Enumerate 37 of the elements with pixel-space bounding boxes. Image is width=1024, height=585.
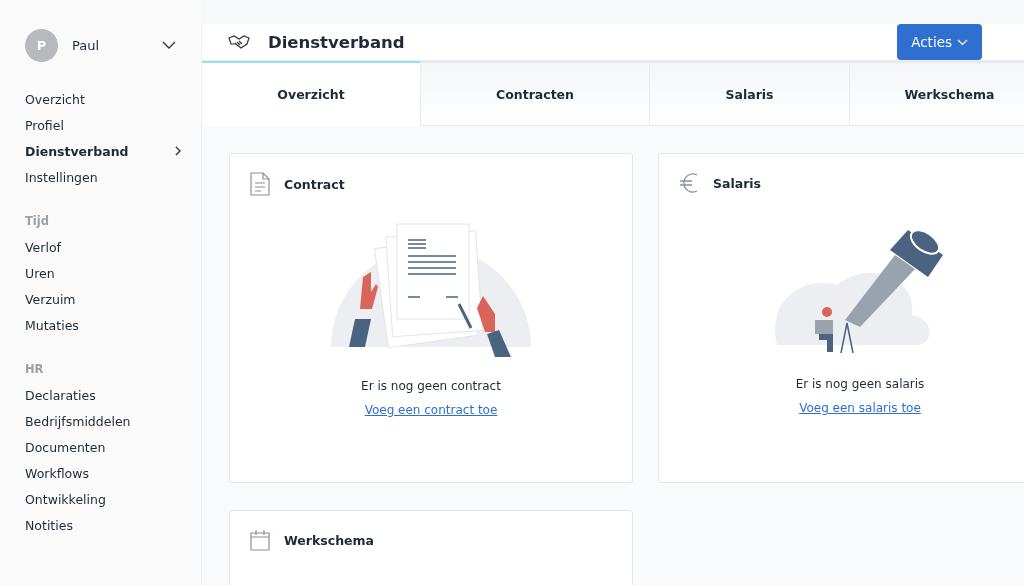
card-title: Contract <box>284 176 345 192</box>
nav-item[interactable]: Verlof <box>25 234 201 260</box>
tab[interactable]: Contracten <box>421 61 650 126</box>
user-name[interactable]: Paul <box>72 37 148 53</box>
page-title: Dienstverband <box>268 32 406 52</box>
tab[interactable]: Salaris <box>650 61 850 126</box>
nav-item[interactable]: Mutaties <box>25 312 201 338</box>
nav-item[interactable]: Ontwikkeling <box>25 486 201 512</box>
nav-item[interactable]: Dienstverband <box>25 138 201 164</box>
section-heading: Tijd <box>25 213 50 230</box>
handshake-icon <box>228 35 250 49</box>
document-icon <box>250 172 270 196</box>
empty-message: Er is nog geen contract <box>361 379 501 393</box>
calendar-icon <box>250 529 270 551</box>
nav-item[interactable]: Uren <box>25 260 201 286</box>
chevron-down-icon[interactable] <box>162 41 176 49</box>
nav-item[interactable]: Bedrijfsmiddelen <box>25 408 201 434</box>
nav-item[interactable]: Instellingen <box>25 164 201 190</box>
nav-item[interactable]: Notities <box>25 512 201 538</box>
nav-item[interactable]: Verzuim <box>25 286 201 312</box>
tab[interactable]: Overzicht <box>202 61 421 126</box>
tab[interactable]: Werkschema <box>850 61 1024 126</box>
card-title: Salaris <box>713 175 762 191</box>
chevron-right-icon <box>175 146 181 156</box>
caret-icon <box>957 38 968 46</box>
nav-item[interactable]: Overzicht <box>25 86 201 112</box>
nav-item[interactable]: Workflows <box>25 460 201 486</box>
empty-message: Er is nog geen salaris <box>795 377 925 391</box>
actions-button[interactable]: Acties <box>897 24 982 60</box>
nav-item[interactable]: Declaraties <box>25 382 201 408</box>
card-title: Werkschema <box>284 532 374 548</box>
add-link[interactable]: Voeg een contract toe <box>364 403 498 417</box>
euro-icon <box>679 172 699 194</box>
nav-item[interactable]: Documenten <box>25 434 201 460</box>
section-heading: HR <box>25 361 45 378</box>
nav-item[interactable]: Profiel <box>25 112 201 138</box>
add-link[interactable]: Voeg een salaris toe <box>799 401 921 415</box>
